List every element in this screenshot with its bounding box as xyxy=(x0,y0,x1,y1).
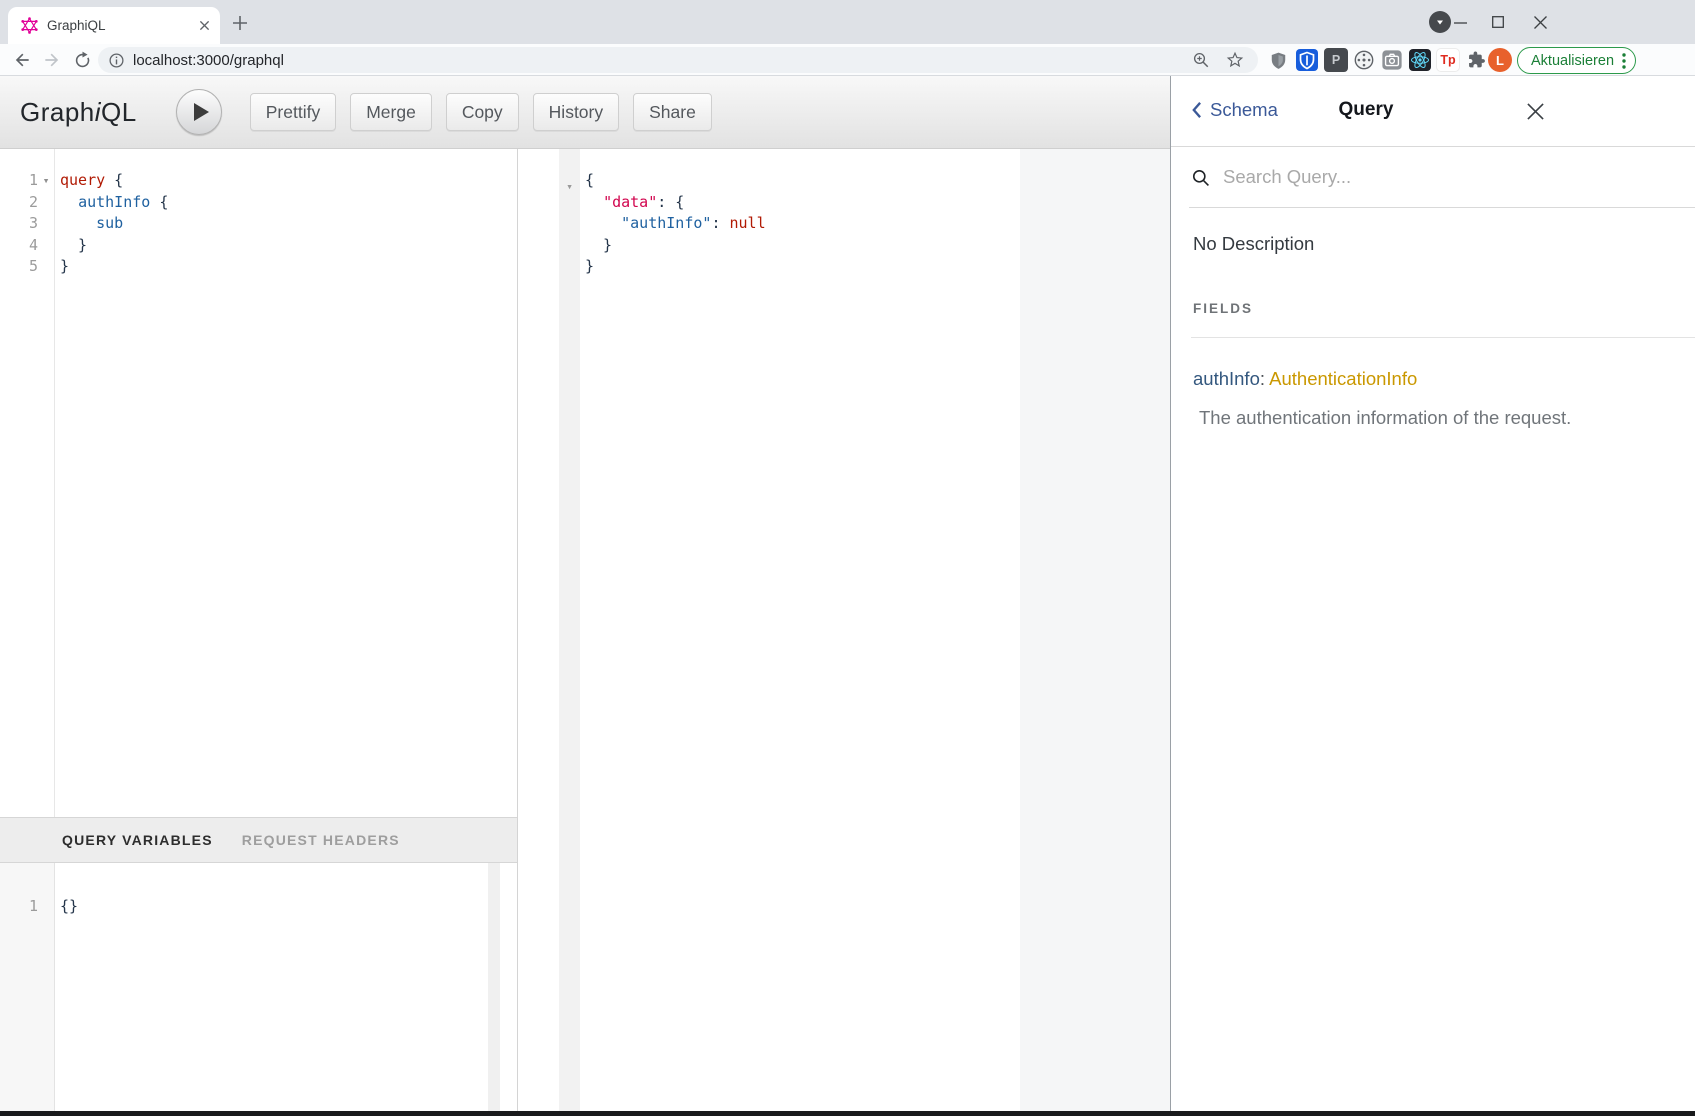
code-line: } xyxy=(60,256,517,278)
react-devtools-icon[interactable] xyxy=(1408,48,1432,72)
fold-arrow-icon[interactable]: ▾ xyxy=(559,176,580,198)
variables-editor-gutter: 1 xyxy=(0,863,55,1111)
adblock-shield-icon[interactable] xyxy=(1266,48,1290,72)
window-close-button[interactable] xyxy=(1525,10,1555,34)
graphiql-toolbar: GraphiQL Prettify Merge Copy History Sha… xyxy=(0,76,1170,149)
pane-divider-area[interactable] xyxy=(1020,149,1170,1111)
gutter-row: 4 xyxy=(0,235,54,257)
gutter-row: 5 xyxy=(0,256,54,278)
window-minimize-button[interactable] xyxy=(1445,10,1475,34)
fold-arrow-icon[interactable]: ▾ xyxy=(38,170,54,192)
query-editor-code[interactable]: query { authInfo { sub }} xyxy=(56,149,517,817)
browser-toolbar: localhost:3000/graphql P Tp xyxy=(0,44,1695,76)
gutter-row: ▾ xyxy=(559,176,580,198)
doc-no-description: No Description xyxy=(1193,233,1675,255)
code-line: query { xyxy=(60,170,517,192)
prettify-button[interactable]: Prettify xyxy=(250,93,336,131)
doc-title: Query xyxy=(1231,99,1501,121)
forward-icon[interactable] xyxy=(41,49,63,71)
variables-editor-code[interactable]: {} xyxy=(56,863,517,1111)
doc-explorer-panel: Schema Query No Description FIELDS authI… xyxy=(1170,76,1695,1111)
extensions-puzzle-icon[interactable] xyxy=(1464,48,1488,72)
doc-body: No Description FIELDS authInfo: Authenti… xyxy=(1171,233,1695,429)
doc-fields-heading: FIELDS xyxy=(1193,301,1675,316)
doc-explorer-header: Schema Query xyxy=(1171,76,1695,147)
tab-strip: GraphiQL xyxy=(0,0,1695,44)
code-line: } xyxy=(585,235,1020,257)
new-tab-button[interactable] xyxy=(228,11,252,35)
bookmark-star-icon[interactable] xyxy=(1226,51,1244,69)
graphql-favicon-icon xyxy=(21,17,38,34)
screenshot-camera-icon[interactable] xyxy=(1380,48,1404,72)
code-line: } xyxy=(60,235,517,257)
code-line: {} xyxy=(60,896,517,918)
execute-query-button[interactable] xyxy=(176,89,222,135)
code-line: sub xyxy=(60,213,517,235)
doc-search-row xyxy=(1189,147,1695,208)
share-button[interactable]: Share xyxy=(633,93,712,131)
tab-title: GraphiQL xyxy=(47,18,199,33)
tab-query-variables[interactable]: QUERY VARIABLES xyxy=(62,832,213,848)
query-editor[interactable]: 1▾2345 query { authInfo { sub }} xyxy=(0,149,517,817)
variables-titlebar: QUERY VARIABLES REQUEST HEADERS xyxy=(0,817,517,863)
query-editor-pane: 1▾2345 query { authInfo { sub }} QUERY V… xyxy=(0,149,518,1111)
result-fold-gutter[interactable]: ▾ xyxy=(559,149,580,1111)
address-bar[interactable]: localhost:3000/graphql xyxy=(98,47,1258,73)
crosshair-circle-icon[interactable] xyxy=(1352,48,1376,72)
tab-request-headers[interactable]: REQUEST HEADERS xyxy=(242,832,400,848)
page-info-icon[interactable] xyxy=(108,52,125,69)
url-text[interactable]: localhost:3000/graphql xyxy=(133,52,1192,69)
chevron-left-icon xyxy=(1191,101,1202,119)
gutter-row: 2 xyxy=(0,192,54,214)
code-line: { xyxy=(585,170,1020,192)
fields-divider xyxy=(1191,337,1695,338)
code-line: authInfo { xyxy=(60,192,517,214)
field-name-link[interactable]: authInfo xyxy=(1193,368,1260,389)
browser-tab[interactable]: GraphiQL xyxy=(8,7,220,44)
window-bottom-edge xyxy=(0,1111,1695,1116)
search-icon xyxy=(1191,168,1210,187)
zoom-icon[interactable] xyxy=(1192,51,1210,69)
code-line: "authInfo": null xyxy=(585,213,1020,235)
code-line: } xyxy=(585,256,1020,278)
merge-button[interactable]: Merge xyxy=(350,93,432,131)
result-pane: ▾ { "data": { "authInfo": null }} xyxy=(519,149,1020,1111)
doc-close-icon[interactable] xyxy=(1523,99,1547,123)
gutter-row: 3 xyxy=(0,213,54,235)
extension-p-icon[interactable]: P xyxy=(1324,48,1348,72)
doc-search-input[interactable] xyxy=(1223,166,1543,188)
gutter-row: 1 xyxy=(0,896,54,918)
result-json: { "data": { "authInfo": null }} xyxy=(585,149,1020,1111)
history-button[interactable]: History xyxy=(533,93,619,131)
back-icon[interactable] xyxy=(11,49,33,71)
graphiql-logo: GraphiQL xyxy=(20,97,137,128)
tab-close-icon[interactable] xyxy=(199,20,210,31)
bitwarden-icon[interactable] xyxy=(1295,48,1319,72)
play-icon xyxy=(194,103,209,121)
code-line: "data": { xyxy=(585,192,1020,214)
browser-menu-dots-icon[interactable] xyxy=(1622,53,1626,69)
reload-icon[interactable] xyxy=(71,49,93,71)
profile-avatar[interactable]: L xyxy=(1488,48,1512,72)
field-description: The authentication information of the re… xyxy=(1199,407,1675,429)
variables-scrollbar[interactable] xyxy=(488,863,500,1111)
gutter-row: 1▾ xyxy=(0,170,54,192)
query-editor-gutter: 1▾2345 xyxy=(0,149,55,817)
browser-update-button[interactable]: Aktualisieren xyxy=(1517,47,1636,74)
copy-button[interactable]: Copy xyxy=(446,93,519,131)
field-type-link[interactable]: AuthenticationInfo xyxy=(1269,368,1417,389)
window-maximize-button[interactable] xyxy=(1483,10,1513,34)
variables-editor[interactable]: 1 {} xyxy=(0,863,517,1111)
browser-window: GraphiQL xyxy=(0,0,1695,1116)
doc-field-row: authInfo: AuthenticationInfo xyxy=(1193,368,1675,390)
extension-tp-icon[interactable]: Tp xyxy=(1436,48,1460,72)
